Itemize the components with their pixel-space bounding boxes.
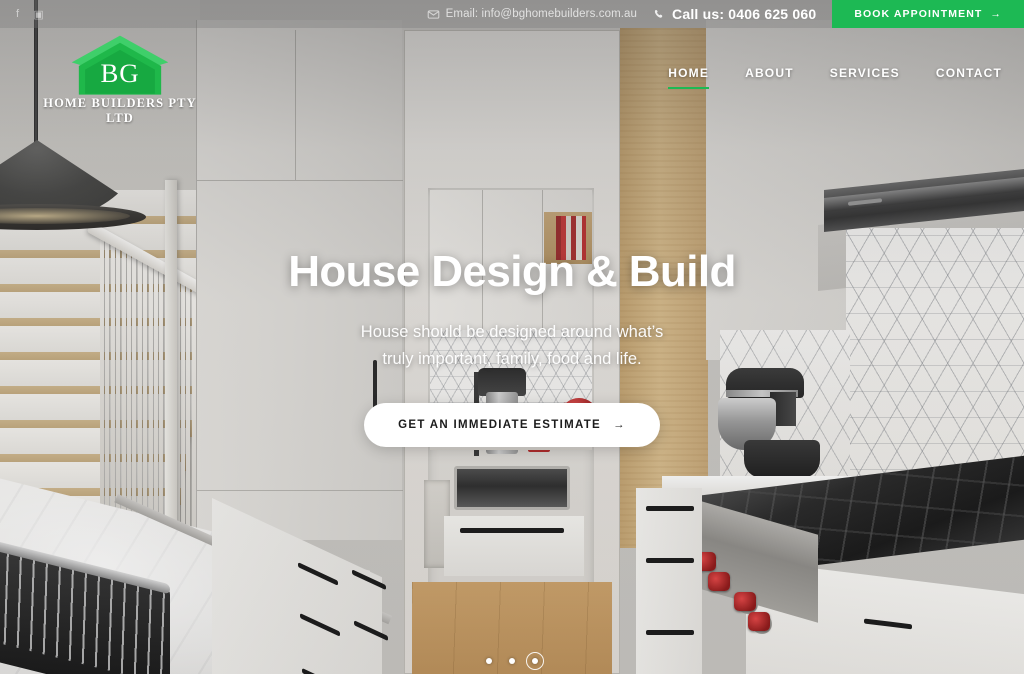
instagram-icon[interactable]: ▣ [30, 6, 47, 23]
nav-item-home[interactable]: HOME [668, 66, 709, 89]
logo-wordmark: HOME BUILDERS PTY LTD [43, 96, 197, 125]
site-header: BG HOME BUILDERS PTY LTD HOME ABOUT SERV… [0, 28, 1024, 125]
top-utility-bar: f ▣ Email: info@bghomebuilders.com.au Ca… [0, 0, 1024, 28]
phone-label: Call us: 0406 625 060 [672, 6, 817, 22]
get-estimate-label: GET AN IMMEDIATE ESTIMATE [398, 419, 602, 432]
facebook-icon[interactable]: f [9, 6, 26, 23]
phone-icon [653, 8, 666, 21]
topbar-contact-group: Email: info@bghomebuilders.com.au Call u… [427, 0, 1024, 28]
carousel-dot-1[interactable] [486, 658, 492, 664]
envelope-icon [427, 8, 440, 21]
get-estimate-button[interactable]: GET AN IMMEDIATE ESTIMATE → [364, 403, 660, 448]
carousel-dot-2[interactable] [509, 658, 515, 664]
arrow-right-icon: → [990, 8, 1002, 20]
main-navigation: HOME ABOUT SERVICES CONTACT [668, 66, 1002, 89]
book-appointment-button[interactable]: BOOK APPOINTMENT → [832, 0, 1024, 28]
page-root: f ▣ Email: info@bghomebuilders.com.au Ca… [0, 0, 1024, 674]
svg-text:BG: BG [100, 58, 139, 88]
logo-house-icon: BG [66, 32, 174, 100]
social-links: f ▣ [0, 6, 120, 23]
book-appointment-label: BOOK APPOINTMENT [854, 8, 983, 20]
nav-item-about[interactable]: ABOUT [745, 66, 794, 89]
email-label: Email: info@bghomebuilders.com.au [445, 8, 638, 20]
arrow-right-icon: → [613, 419, 626, 432]
site-logo[interactable]: BG HOME BUILDERS PTY LTD [30, 32, 210, 126]
nav-item-contact[interactable]: CONTACT [936, 66, 1002, 89]
nav-item-services[interactable]: SERVICES [830, 66, 900, 89]
carousel-dot-3[interactable] [526, 652, 544, 670]
carousel-dots [0, 652, 1024, 670]
phone-contact[interactable]: Call us: 0406 625 060 [653, 6, 832, 22]
email-contact[interactable]: Email: info@bghomebuilders.com.au [427, 8, 653, 21]
